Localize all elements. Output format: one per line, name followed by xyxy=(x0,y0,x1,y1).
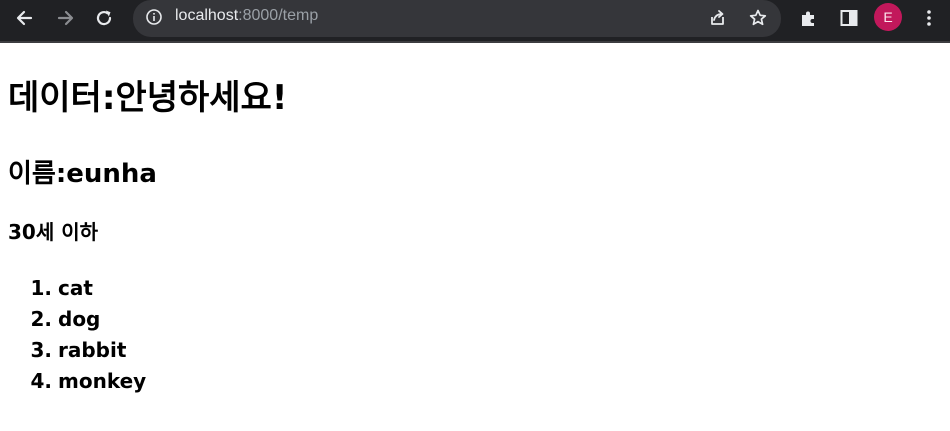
side-panel-button[interactable] xyxy=(837,6,861,30)
list-item: 2. dog xyxy=(8,304,146,335)
share-button[interactable] xyxy=(706,7,728,29)
share-icon xyxy=(711,10,724,25)
age-heading: 30세 이하 xyxy=(8,220,98,244)
list-item-text: rabbit xyxy=(58,338,127,362)
forward-button[interactable] xyxy=(53,6,77,30)
list-number: 4. xyxy=(30,369,52,393)
extensions-button[interactable] xyxy=(797,6,821,30)
profile-initial: E xyxy=(883,9,893,25)
star-icon xyxy=(749,9,767,26)
menu-button[interactable] xyxy=(917,6,941,30)
list-item-text: dog xyxy=(58,307,101,331)
url-text[interactable]: localhost:8000/temp xyxy=(175,7,318,25)
kebab-menu-icon xyxy=(927,10,931,26)
browser-toolbar: localhost:8000/temp E xyxy=(0,0,950,43)
list-item: 3. rabbit xyxy=(8,335,146,366)
reload-icon xyxy=(96,10,112,26)
bookmark-button[interactable] xyxy=(747,7,769,29)
list-number: 2. xyxy=(30,307,52,331)
back-button[interactable] xyxy=(13,6,37,30)
list-number: 1. xyxy=(30,276,52,300)
animal-list: 1. cat 2. dog 3. rabbit 4. monkey xyxy=(8,273,146,397)
list-item: 1. cat xyxy=(8,273,146,304)
address-bar[interactable]: localhost:8000/temp xyxy=(133,0,781,37)
list-item: 4. monkey xyxy=(8,366,146,397)
forward-icon xyxy=(57,10,74,26)
url-path: :8000/temp xyxy=(238,7,319,24)
name-heading: 이름:eunha xyxy=(8,159,157,189)
extensions-icon xyxy=(802,11,814,26)
list-item-text: cat xyxy=(58,276,93,300)
side-panel-icon xyxy=(840,10,858,26)
profile-avatar[interactable]: E xyxy=(874,3,902,31)
info-icon[interactable] xyxy=(145,8,163,26)
reload-button[interactable] xyxy=(92,6,116,30)
list-number: 3. xyxy=(30,338,52,362)
list-item-text: monkey xyxy=(58,369,147,393)
page-heading: 데이터:안녕하세요! xyxy=(8,78,288,118)
back-icon xyxy=(16,10,33,26)
url-host: localhost xyxy=(175,7,239,24)
